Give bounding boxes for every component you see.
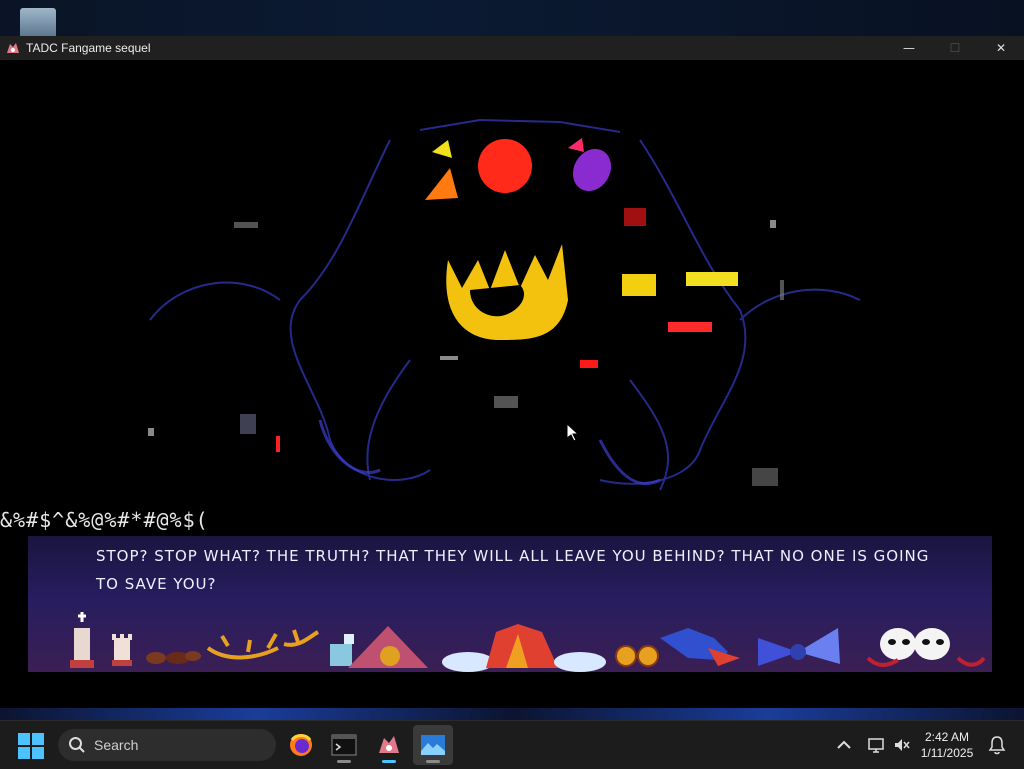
windows-start-icon[interactable] xyxy=(18,733,44,759)
taskbar-tadc-game[interactable] xyxy=(369,725,409,765)
window-title: TADC Fangame sequel xyxy=(26,41,151,55)
dialog-decorative-strip xyxy=(70,612,986,672)
taskbar: Search 2:42 AM 1/11/2025 xyxy=(0,720,1024,769)
game-canvas[interactable]: &%#$^&%@%#*#@%$( STOP? STOP WHAT? THE TR… xyxy=(0,60,1024,708)
cloud-tent-icon xyxy=(442,624,606,672)
photos-icon xyxy=(421,735,445,755)
running-indicator xyxy=(426,760,440,763)
recycle-bin-icon[interactable] xyxy=(20,8,56,36)
volume-muted-icon[interactable] xyxy=(892,735,912,755)
chevron-up-icon[interactable] xyxy=(834,735,854,755)
active-indicator xyxy=(382,760,396,763)
orange-eye xyxy=(425,168,458,200)
system-tray xyxy=(834,721,912,769)
network-icon[interactable] xyxy=(866,735,886,755)
acorn-icons xyxy=(146,651,201,664)
tadc-app-icon xyxy=(7,43,19,53)
terminal-icon xyxy=(331,734,357,756)
minimize-button[interactable]: — xyxy=(886,36,932,60)
clock-time: 2:42 AM xyxy=(924,730,970,744)
dialog-text: STOP? STOP WHAT? THE TRUTH? THAT THEY WI… xyxy=(96,547,930,593)
purple-eye xyxy=(572,148,612,192)
taskbar-search[interactable]: Search xyxy=(58,729,276,761)
glitch-speaker-name: &%#$^&%@%#*#@%$( xyxy=(0,508,209,532)
desktop-background xyxy=(0,0,1024,36)
running-indicator xyxy=(337,760,351,763)
chess-king-icon xyxy=(70,612,94,668)
firefox-icon xyxy=(290,734,312,756)
glitched-monster-scene xyxy=(148,118,861,491)
close-button[interactable]: ✕ xyxy=(978,36,1024,60)
search-placeholder: Search xyxy=(94,737,139,753)
candy-icon xyxy=(615,628,740,667)
window-controls: — ☐ ✕ xyxy=(886,36,1024,60)
antlers-icon xyxy=(206,629,320,660)
taskbar-photos[interactable] xyxy=(413,725,453,765)
tadc-game-icon xyxy=(379,736,399,753)
search-icon xyxy=(69,737,85,753)
desktop-wallpaper-strip xyxy=(0,708,1024,720)
dialog-box[interactable]: STOP? STOP WHAT? THE TRUTH? THAT THEY WI… xyxy=(28,536,992,672)
masks-icon xyxy=(866,628,986,667)
taskbar-clock[interactable]: 2:42 AM 1/11/2025 xyxy=(912,729,982,761)
mouse-cursor-icon xyxy=(567,424,579,442)
cup-icon xyxy=(330,634,354,666)
bow-icon xyxy=(758,628,840,666)
tent-icon xyxy=(348,626,428,668)
maximize-button[interactable]: ☐ xyxy=(932,36,978,60)
notification-bell-icon[interactable] xyxy=(988,735,1006,755)
taskbar-firefox[interactable] xyxy=(281,725,321,765)
taskbar-terminal[interactable] xyxy=(324,725,364,765)
red-eye xyxy=(478,139,532,193)
clock-date: 1/11/2025 xyxy=(920,746,974,760)
chess-rook-icon xyxy=(112,634,132,666)
window-titlebar[interactable]: TADC Fangame sequel — ☐ ✕ xyxy=(0,36,1024,60)
